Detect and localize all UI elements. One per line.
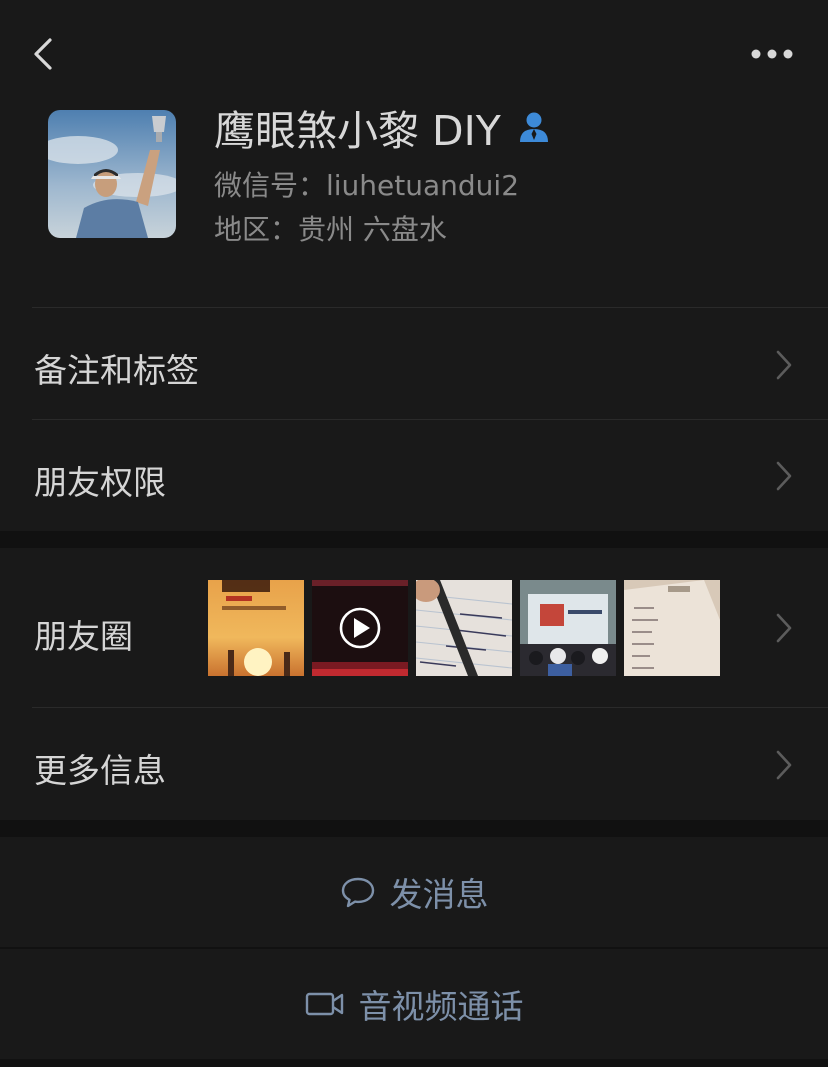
avatar-photo xyxy=(48,110,176,238)
contact-profile-screen: 鹰眼煞小黎 DIY 微信号：liuhetuandui2 地区：贵州 六盘水 备注… xyxy=(0,0,828,1067)
profile-header: 鹰眼煞小黎 DIY 微信号：liuhetuandui2 地区：贵州 六盘水 xyxy=(0,100,828,308)
more-dots-icon xyxy=(751,49,793,59)
remarks-tags-cell[interactable]: 备注和标签 xyxy=(0,308,828,420)
more-options-button[interactable] xyxy=(744,36,800,72)
back-button[interactable] xyxy=(24,30,64,78)
chevron-right-icon xyxy=(776,613,792,643)
moments-thumbnail xyxy=(520,580,616,676)
av-call-label: 音视频通话 xyxy=(358,987,524,1026)
display-name: 鹰眼煞小黎 DIY xyxy=(214,107,501,155)
chevron-left-icon xyxy=(34,38,52,70)
moments-label: 朋友圈 xyxy=(34,617,133,656)
moments-thumbnail xyxy=(416,580,512,676)
send-message-button[interactable]: 发消息 xyxy=(0,837,828,947)
name-row: 鹰眼煞小黎 DIY xyxy=(214,100,551,155)
moments-thumbnail xyxy=(624,580,720,676)
friend-permissions-label: 朋友权限 xyxy=(34,463,166,502)
chevron-right-icon xyxy=(776,750,792,780)
wechat-id: 微信号：liuhetuandui2 xyxy=(214,169,520,202)
person-icon xyxy=(519,112,548,142)
nav-bar xyxy=(0,0,828,100)
more-info-cell[interactable]: 更多信息 xyxy=(0,708,828,820)
video-camera-icon xyxy=(305,992,343,1016)
moments-thumbnail-video xyxy=(312,580,408,676)
chevron-right-icon xyxy=(776,461,792,491)
moments-thumbnails xyxy=(208,580,720,676)
chevron-right-icon xyxy=(776,350,792,380)
remarks-tags-label: 备注和标签 xyxy=(34,351,199,390)
av-call-button[interactable]: 音视频通话 xyxy=(0,949,828,1059)
friend-permissions-cell[interactable]: 朋友权限 xyxy=(0,420,828,531)
moments-thumbnail xyxy=(208,580,304,676)
region: 地区：贵州 六盘水 xyxy=(214,213,447,246)
moments-cell[interactable]: 朋友圈 xyxy=(0,548,828,708)
avatar[interactable] xyxy=(48,110,176,238)
send-message-label: 发消息 xyxy=(389,875,489,914)
chat-bubble-icon xyxy=(341,877,374,908)
more-info-label: 更多信息 xyxy=(34,751,166,790)
